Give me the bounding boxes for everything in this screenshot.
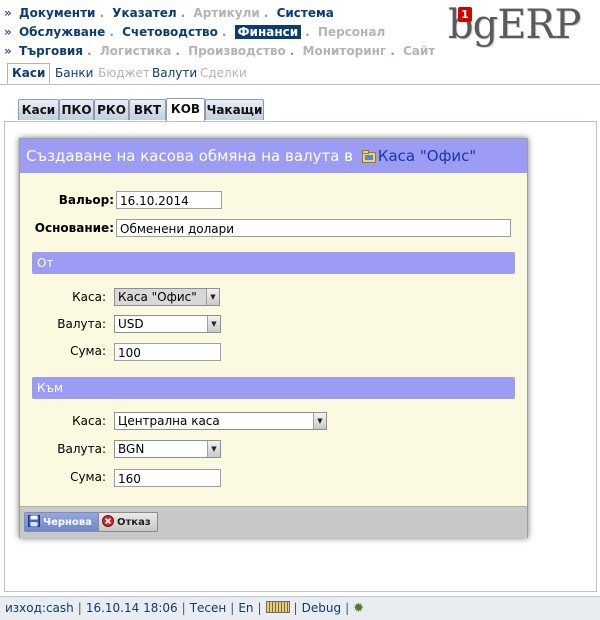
menu-bullet: » (4, 25, 12, 39)
close-icon (102, 515, 114, 527)
status-bar: изход:cash | 16.10.14 18:06 | Тесен | En | | Debu… (0, 596, 600, 620)
menu-item-site: Сайт (402, 44, 436, 58)
menu-bullet: » (4, 6, 12, 20)
bgerp-logo[interactable]: bgERP 1 (446, 2, 592, 51)
menu-item-accounting[interactable]: Счетоводство (122, 25, 218, 39)
form-title: Създаване на касова обмяна на валута в К… (20, 139, 527, 173)
gear-icon[interactable]: ✹ (353, 601, 364, 616)
submenu-item-currencies[interactable]: Валути (152, 64, 197, 83)
menu-item-personnel: Персонал (317, 25, 386, 39)
form-toolbar: Чернова Отказ (20, 506, 527, 538)
section-to: Към (32, 377, 515, 399)
reason-label: Основание: (34, 221, 114, 235)
datetime-text: 16.10.14 18:06 (85, 601, 178, 615)
tab-rko[interactable]: РКО (94, 99, 129, 120)
cancel-button[interactable]: Отказ (98, 512, 158, 532)
debug-link[interactable]: Debug (302, 601, 341, 615)
menu-item-finance[interactable]: Финанси (234, 25, 302, 39)
valior-label: Вальор: (58, 193, 114, 207)
sub-menu: Каси Банки Бюджет Валути Сделки (0, 60, 600, 85)
form-title-text: Създаване на касова обмяна на валута в (26, 147, 354, 165)
submenu-item-cash[interactable]: Каси (7, 63, 51, 84)
from-currency-value: USD (118, 317, 144, 331)
valior-field[interactable]: 16.10.2014 (116, 191, 222, 209)
submenu-item-banks[interactable]: Банки (55, 64, 93, 83)
to-amount-field[interactable]: 160 (114, 469, 221, 487)
cash-desk-link[interactable]: Каса "Офис" (378, 147, 476, 165)
menu-item-articles: Артикули (193, 6, 260, 20)
chevron-down-icon: ▼ (206, 289, 219, 305)
to-currency-select[interactable]: BGN ▼ (114, 440, 221, 458)
menu-item-production: Производство (188, 44, 286, 58)
currency-exchange-form: Създаване на касова обмяна на валута в К… (19, 138, 528, 538)
from-currency-select[interactable]: USD ▼ (114, 315, 221, 333)
floppy-disk-icon (28, 515, 40, 527)
from-cash-value: Каса "Офис" (118, 290, 197, 304)
to-currency-label: Валута: (57, 442, 106, 456)
tab-pko[interactable]: ПКО (59, 99, 94, 120)
to-cash-value: Централна каса (118, 414, 220, 428)
narrow-mode-link[interactable]: Тесен (190, 601, 227, 615)
menu-row-1: » Документи. Указател. Артикули. Система (4, 6, 334, 20)
to-amount-label: Сума: (70, 470, 106, 484)
chevron-down-icon: ▼ (207, 441, 220, 457)
tab-cash[interactable]: Каси (18, 99, 59, 120)
menu-bullet: » (4, 44, 12, 58)
submenu-item-budget: Бюджет (98, 66, 150, 80)
submenu-item-deals: Сделки (200, 66, 247, 80)
chevron-down-icon: ▼ (207, 316, 220, 332)
menu-row-2: » Обслужване. Счетоводство. Финанси. Пер… (4, 25, 386, 39)
language-link[interactable]: En (238, 601, 253, 615)
folder-icon (361, 150, 376, 163)
to-cash-select[interactable]: Централна каса ▼ (114, 412, 327, 430)
menu-item-system[interactable]: Система (277, 6, 334, 20)
menu-item-service[interactable]: Обслужване (19, 25, 105, 39)
to-currency-value: BGN (118, 442, 145, 456)
main-menu: » Документи. Указател. Артикули. Система… (4, 4, 436, 61)
draft-button[interactable]: Чернова (24, 512, 99, 532)
from-cash-select[interactable]: Каса "Офис" ▼ (114, 288, 220, 306)
from-currency-label: Валута: (57, 317, 106, 331)
notification-badge[interactable]: 1 (458, 7, 472, 22)
menu-item-monitoring: Мониторинг (302, 44, 387, 58)
reason-field[interactable]: Обменени долари (116, 219, 511, 237)
from-amount-field[interactable]: 100 (114, 343, 221, 361)
tab-pending[interactable]: Чакащи (205, 99, 264, 120)
to-cash-label: Каса: (72, 414, 106, 428)
tab-kov[interactable]: КОВ (166, 98, 205, 121)
tab-vkt[interactable]: ВКТ (129, 99, 166, 120)
section-from: От (32, 252, 515, 274)
chevron-down-icon: ▼ (313, 413, 326, 429)
keyboard-icon[interactable] (265, 601, 290, 613)
menu-item-logistics: Логистика (99, 44, 172, 58)
logout-link[interactable]: изход:cash (5, 601, 74, 615)
menu-row-3: » Търговия. Логистика. Производство. Мон… (4, 44, 436, 58)
from-cash-label: Каса: (72, 290, 106, 304)
from-amount-label: Сума: (70, 344, 106, 358)
menu-item-directory[interactable]: Указател (112, 6, 176, 20)
menu-item-documents[interactable]: Документи (19, 6, 96, 20)
menu-item-trade[interactable]: Търговия (19, 44, 83, 58)
